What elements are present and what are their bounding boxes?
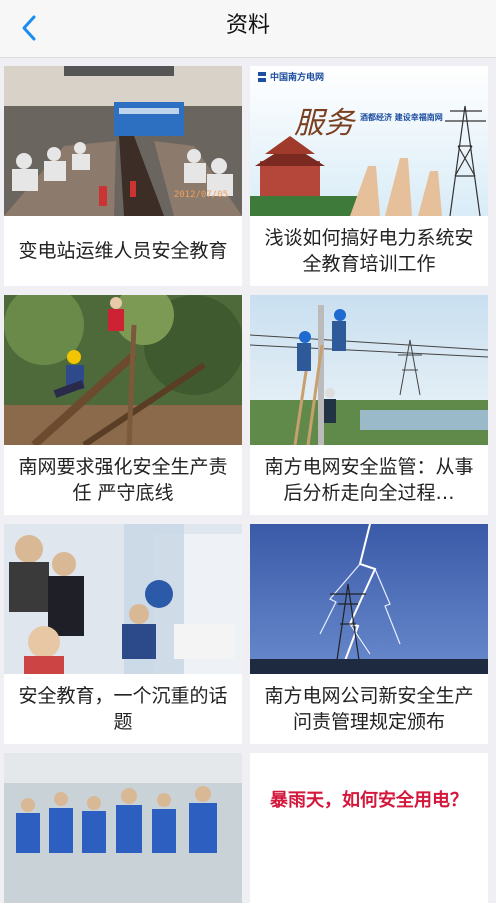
article-title: 安全教育，一个沉重的话题 [18,685,228,733]
line-workers-photo [250,295,488,445]
article-card-accountability-rules[interactable]: 南方电网公司新安全生产问责管理规定颁布 [250,524,488,744]
poster-slogan-small: 酒都经济 建设幸福南网 [360,113,443,122]
article-title: 南网要求强化安全生产责任 严守底线 [18,456,228,504]
staff-group-photo [4,753,242,903]
article-title: 南方电网安全监管：从事后分析走向全过程… [264,456,474,504]
article-title: 南方电网公司新安全生产问责管理规定颁布 [264,685,474,733]
article-card-staff-group[interactable] [4,753,242,903]
article-card-rainstorm-electricity[interactable]: 暴雨天，如何安全用电？ [250,753,488,903]
forest-repair-photo [4,295,242,445]
article-card-substation-training[interactable]: 2012/07/05 变电站运维人员安全教育 [4,66,242,286]
article-card-safety-supervision[interactable]: 南方电网安全监管：从事后分析走向全过程… [250,295,488,515]
article-card-heavy-topic[interactable]: 安全教育，一个沉重的话题 [4,524,242,744]
navigation-bar: 资料 [0,0,496,58]
banner-headline: 暴雨天，如何安全用电？ [270,790,468,811]
page-title: 资料 [225,13,270,38]
article-card-safety-education-training[interactable]: 中国南方电网 服务 酒都经济 建设幸福南网 浅谈如何搞好电力系统安全教育培训工作 [250,66,488,286]
photo-date-stamp: 2012/07/05 [173,190,228,200]
meeting-room-photo: 2012/07/05 [4,66,242,216]
power-grid-poster: 中国南方电网 服务 酒都经济 建设幸福南网 [250,66,488,216]
exhibition-visitors-photo [4,524,242,674]
article-card-safety-responsibility[interactable]: 南网要求强化安全生产责任 严守底线 [4,295,242,515]
lightning-tower-photo [250,524,488,674]
article-title: 变电站运维人员安全教育 [18,240,228,262]
poster-slogan-large: 服务 [294,106,354,141]
rainstorm-banner: 暴雨天，如何安全用电？ [250,753,488,903]
china-southern-grid-logo-text: 中国南方电网 [270,73,325,83]
article-title: 浅谈如何搞好电力系统安全教育培训工作 [264,227,474,275]
